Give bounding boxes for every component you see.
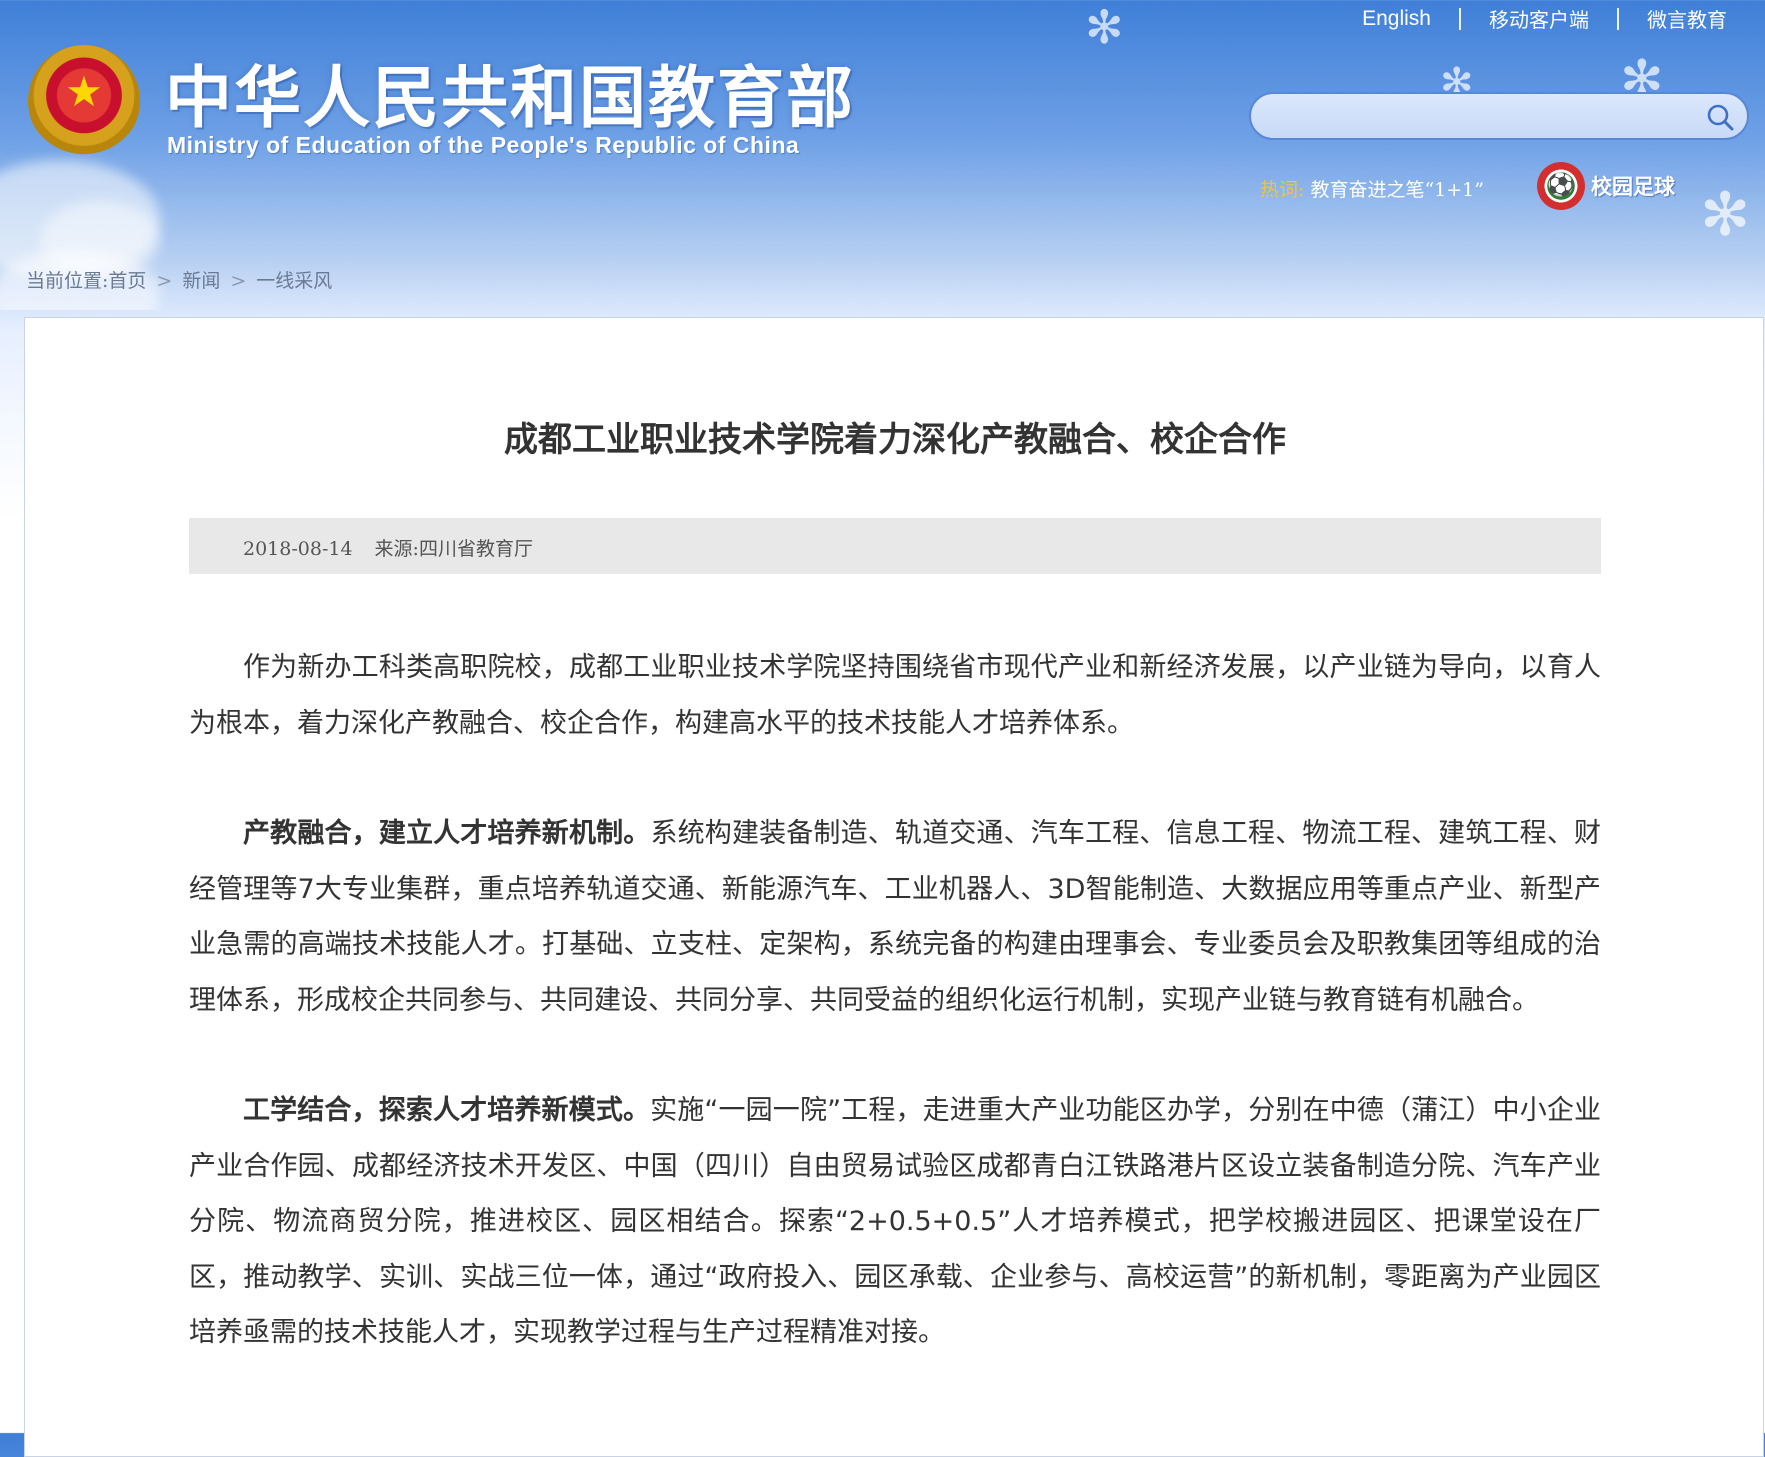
top-links: English 移动客户端 微言教育 (1362, 4, 1727, 33)
paragraph-text: 实施“一园一院”工程，走进重大产业功能区办学，分别在中德（蒲江）中小企业产业合作… (189, 1095, 1601, 1348)
hotwords: 热词: 教育奋进之笔“1+1” (1260, 175, 1484, 202)
paragraph-lead: 工学结合，探索人才培养新模式。 (243, 1095, 651, 1126)
breadcrumb-home[interactable]: 首页 (108, 270, 146, 292)
hotword-link[interactable]: 教育奋进之笔“1+1” (1310, 179, 1484, 201)
search-box (1249, 92, 1749, 140)
dandelion-decoration: ✻ (1700, 180, 1751, 250)
dandelion-decoration: ✻ (1085, 0, 1124, 54)
article-date: 2018-08-14 (243, 538, 353, 560)
article-source-label: 来源: (374, 538, 419, 560)
article-meta-bar: 2018-08-14 来源:四川省教育厅 (189, 518, 1601, 574)
article-panel: 成都工业职业技术学院着力深化产教融合、校企合作 2018-08-14 来源:四川省… (24, 317, 1764, 1457)
search-input[interactable] (1269, 102, 1673, 134)
link-divider (1459, 7, 1461, 30)
campus-football-link[interactable]: ⚽ 校园足球 (1537, 162, 1675, 210)
header-banner: ✻ ✻ ✻ ✻ ★ 中华人民共和国教育部 Ministry of Educati… (0, 0, 1765, 310)
site-subtitle: Ministry of Education of the People's Re… (167, 132, 800, 158)
english-link[interactable]: English (1362, 7, 1431, 31)
article-source: 四川省教育厅 (418, 538, 533, 560)
article-paragraph: 工学结合，探索人才培养新模式。实施“一园一院”工程，走进重大产业功能区办学，分别… (189, 1083, 1601, 1361)
hotwords-label: 热词: (1260, 179, 1305, 201)
paragraph-lead: 产教融合，建立人才培养新机制。 (243, 818, 651, 849)
campus-football-icon: ⚽ (1537, 162, 1585, 210)
article-paragraph: 作为新办工科类高职院校，成都工业职业技术学院坚持围绕省市现代产业和新经济发展，以… (189, 640, 1601, 751)
site-title[interactable]: 中华人民共和国教育部 (165, 44, 855, 141)
link-divider (1617, 7, 1619, 30)
article-title: 成都工业职业技术学院着力深化产教融合、校企合作 (504, 420, 1286, 460)
breadcrumb-frontline[interactable]: 一线采风 (256, 270, 332, 292)
breadcrumb-news[interactable]: 新闻 (182, 270, 220, 292)
weiyan-education-link[interactable]: 微言教育 (1647, 4, 1727, 33)
breadcrumb-separator: > (156, 270, 173, 292)
article-paragraph: 产教融合，建立人才培养新机制。系统构建装备制造、轨道交通、汽车工程、信息工程、物… (189, 806, 1601, 1028)
article-body: 作为新办工科类高职院校，成都工业职业技术学院坚持围绕省市现代产业和新经济发展，以… (189, 640, 1601, 1416)
paragraph-text: 作为新办工科类高职院校，成都工业职业技术学院坚持围绕省市现代产业和新经济发展，以… (189, 652, 1601, 739)
breadcrumb-prefix: 当前位置: (26, 270, 109, 292)
campus-football-label: 校园足球 (1591, 175, 1675, 199)
national-emblem-icon[interactable]: ★ (28, 45, 140, 157)
breadcrumb: 当前位置:首页 > 新闻 > 一线采风 (26, 266, 332, 293)
article-meta: 2018-08-14 来源:四川省教育厅 (243, 534, 533, 561)
breadcrumb-separator: > (230, 270, 247, 292)
mobile-client-link[interactable]: 移动客户端 (1489, 4, 1589, 33)
search-icon[interactable] (1705, 102, 1735, 132)
